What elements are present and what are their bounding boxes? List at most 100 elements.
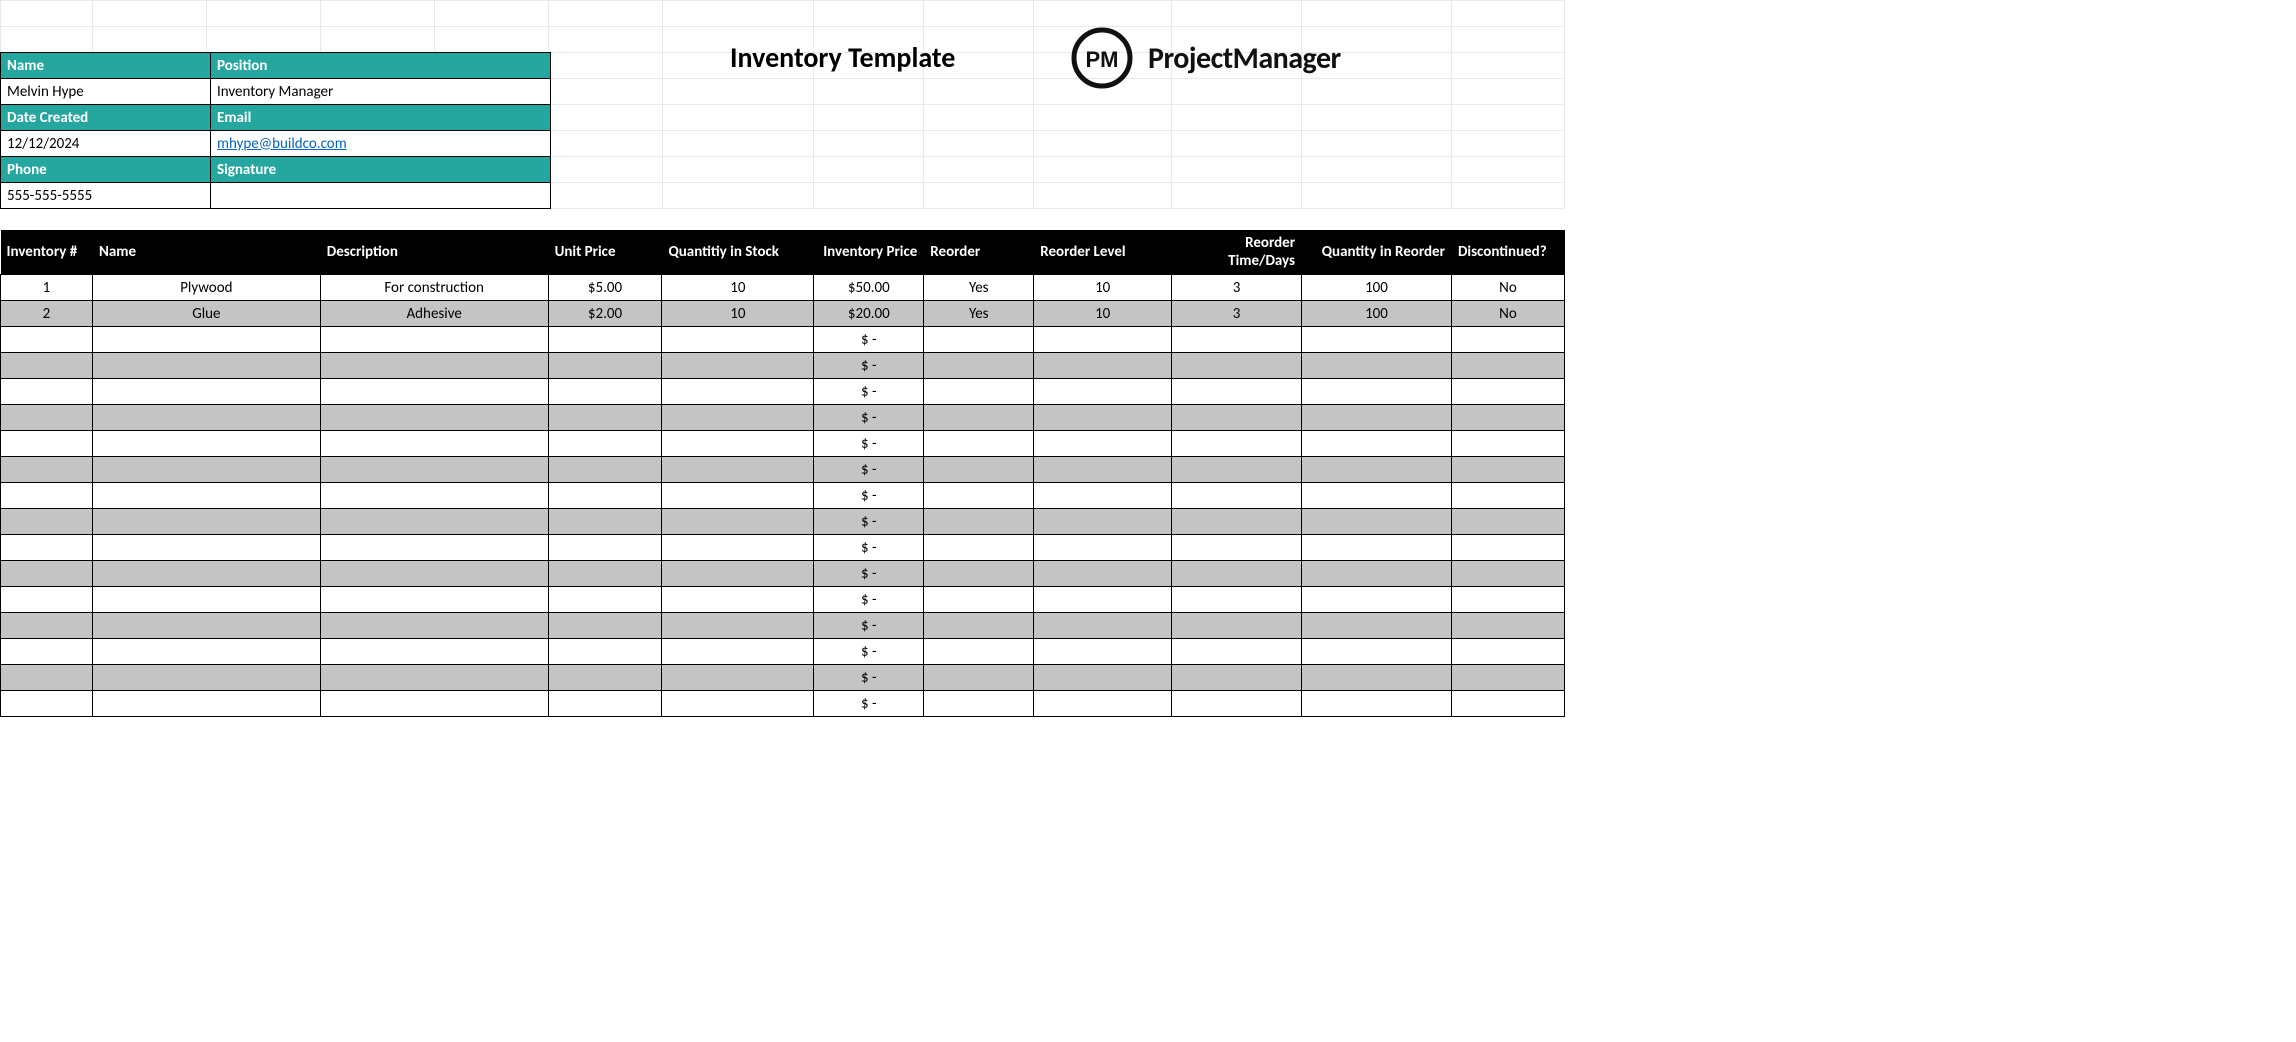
cell-disc[interactable] bbox=[1451, 535, 1564, 561]
cell-lvl[interactable]: 10 bbox=[1034, 301, 1172, 327]
cell-qreo[interactable]: 100 bbox=[1302, 275, 1452, 301]
cell-reo[interactable] bbox=[924, 483, 1034, 509]
cell-name[interactable] bbox=[92, 379, 320, 405]
cell-qreo[interactable] bbox=[1302, 691, 1452, 717]
cell-time[interactable] bbox=[1172, 457, 1302, 483]
meta-name-value[interactable]: Melvin Hype bbox=[1, 79, 211, 105]
cell-name[interactable] bbox=[92, 431, 320, 457]
cell-lvl[interactable] bbox=[1034, 535, 1172, 561]
cell-reo[interactable] bbox=[924, 535, 1034, 561]
cell-desc[interactable] bbox=[320, 691, 548, 717]
cell-unit[interactable] bbox=[548, 509, 662, 535]
cell-reo[interactable] bbox=[924, 457, 1034, 483]
cell-num[interactable] bbox=[1, 509, 93, 535]
cell-time[interactable] bbox=[1172, 639, 1302, 665]
cell-lvl[interactable] bbox=[1034, 379, 1172, 405]
cell-disc[interactable] bbox=[1451, 561, 1564, 587]
cell-qreo[interactable] bbox=[1302, 353, 1452, 379]
cell-qty[interactable] bbox=[662, 457, 814, 483]
cell-time[interactable] bbox=[1172, 353, 1302, 379]
cell-num[interactable] bbox=[1, 561, 93, 587]
cell-qty[interactable] bbox=[662, 327, 814, 353]
cell-qreo[interactable] bbox=[1302, 587, 1452, 613]
meta-email-link[interactable]: mhype@buildco.com bbox=[217, 135, 347, 153]
cell-qty[interactable] bbox=[662, 535, 814, 561]
cell-reo[interactable] bbox=[924, 613, 1034, 639]
cell-desc[interactable]: Adhesive bbox=[320, 301, 548, 327]
cell-qreo[interactable] bbox=[1302, 639, 1452, 665]
cell-lvl[interactable] bbox=[1034, 353, 1172, 379]
cell-time[interactable] bbox=[1172, 327, 1302, 353]
cell-disc[interactable] bbox=[1451, 457, 1564, 483]
cell-invp[interactable]: $ - bbox=[814, 483, 924, 509]
cell-reo[interactable] bbox=[924, 353, 1034, 379]
cell-disc[interactable] bbox=[1451, 483, 1564, 509]
cell-desc[interactable] bbox=[320, 613, 548, 639]
cell-reo[interactable]: Yes bbox=[924, 301, 1034, 327]
cell-desc[interactable] bbox=[320, 431, 548, 457]
cell-time[interactable] bbox=[1172, 509, 1302, 535]
cell-lvl[interactable] bbox=[1034, 587, 1172, 613]
cell-name[interactable] bbox=[92, 483, 320, 509]
cell-lvl[interactable] bbox=[1034, 431, 1172, 457]
cell-lvl[interactable] bbox=[1034, 665, 1172, 691]
cell-reo[interactable] bbox=[924, 561, 1034, 587]
cell-unit[interactable] bbox=[548, 431, 662, 457]
cell-num[interactable] bbox=[1, 587, 93, 613]
cell-num[interactable] bbox=[1, 535, 93, 561]
cell-lvl[interactable] bbox=[1034, 561, 1172, 587]
cell-disc[interactable]: No bbox=[1451, 301, 1564, 327]
cell-name[interactable] bbox=[92, 405, 320, 431]
cell-desc[interactable] bbox=[320, 405, 548, 431]
cell-name[interactable] bbox=[92, 665, 320, 691]
cell-invp[interactable]: $ - bbox=[814, 353, 924, 379]
cell-num[interactable] bbox=[1, 691, 93, 717]
cell-num[interactable]: 1 bbox=[1, 275, 93, 301]
cell-qty[interactable] bbox=[662, 379, 814, 405]
cell-desc[interactable] bbox=[320, 457, 548, 483]
cell-desc[interactable] bbox=[320, 639, 548, 665]
cell-unit[interactable] bbox=[548, 483, 662, 509]
cell-name[interactable] bbox=[92, 327, 320, 353]
cell-disc[interactable] bbox=[1451, 509, 1564, 535]
cell-num[interactable]: 2 bbox=[1, 301, 93, 327]
cell-invp[interactable]: $ - bbox=[814, 405, 924, 431]
cell-num[interactable] bbox=[1, 405, 93, 431]
cell-desc[interactable] bbox=[320, 561, 548, 587]
cell-desc[interactable] bbox=[320, 379, 548, 405]
cell-time[interactable] bbox=[1172, 613, 1302, 639]
cell-qty[interactable] bbox=[662, 665, 814, 691]
cell-invp[interactable]: $ - bbox=[814, 639, 924, 665]
cell-reo[interactable]: Yes bbox=[924, 275, 1034, 301]
cell-invp[interactable]: $ - bbox=[814, 613, 924, 639]
cell-time[interactable] bbox=[1172, 561, 1302, 587]
cell-num[interactable] bbox=[1, 483, 93, 509]
cell-time[interactable] bbox=[1172, 535, 1302, 561]
cell-invp[interactable]: $ - bbox=[814, 691, 924, 717]
cell-qty[interactable]: 10 bbox=[662, 301, 814, 327]
cell-qreo[interactable] bbox=[1302, 379, 1452, 405]
cell-reo[interactable] bbox=[924, 587, 1034, 613]
cell-desc[interactable] bbox=[320, 509, 548, 535]
cell-desc[interactable]: For construction bbox=[320, 275, 548, 301]
cell-disc[interactable] bbox=[1451, 587, 1564, 613]
cell-lvl[interactable]: 10 bbox=[1034, 275, 1172, 301]
cell-reo[interactable] bbox=[924, 379, 1034, 405]
cell-unit[interactable] bbox=[548, 587, 662, 613]
meta-signature-value[interactable] bbox=[211, 183, 551, 209]
cell-qreo[interactable] bbox=[1302, 535, 1452, 561]
cell-num[interactable] bbox=[1, 327, 93, 353]
cell-disc[interactable] bbox=[1451, 379, 1564, 405]
cell-qty[interactable] bbox=[662, 691, 814, 717]
cell-name[interactable] bbox=[92, 457, 320, 483]
cell-unit[interactable]: $2.00 bbox=[548, 301, 662, 327]
cell-unit[interactable] bbox=[548, 353, 662, 379]
cell-qreo[interactable] bbox=[1302, 665, 1452, 691]
cell-time[interactable] bbox=[1172, 405, 1302, 431]
meta-email-value[interactable]: mhype@buildco.com bbox=[211, 131, 551, 157]
cell-unit[interactable] bbox=[548, 665, 662, 691]
cell-desc[interactable] bbox=[320, 353, 548, 379]
cell-invp[interactable]: $ - bbox=[814, 379, 924, 405]
cell-invp[interactable]: $ - bbox=[814, 327, 924, 353]
cell-disc[interactable] bbox=[1451, 327, 1564, 353]
